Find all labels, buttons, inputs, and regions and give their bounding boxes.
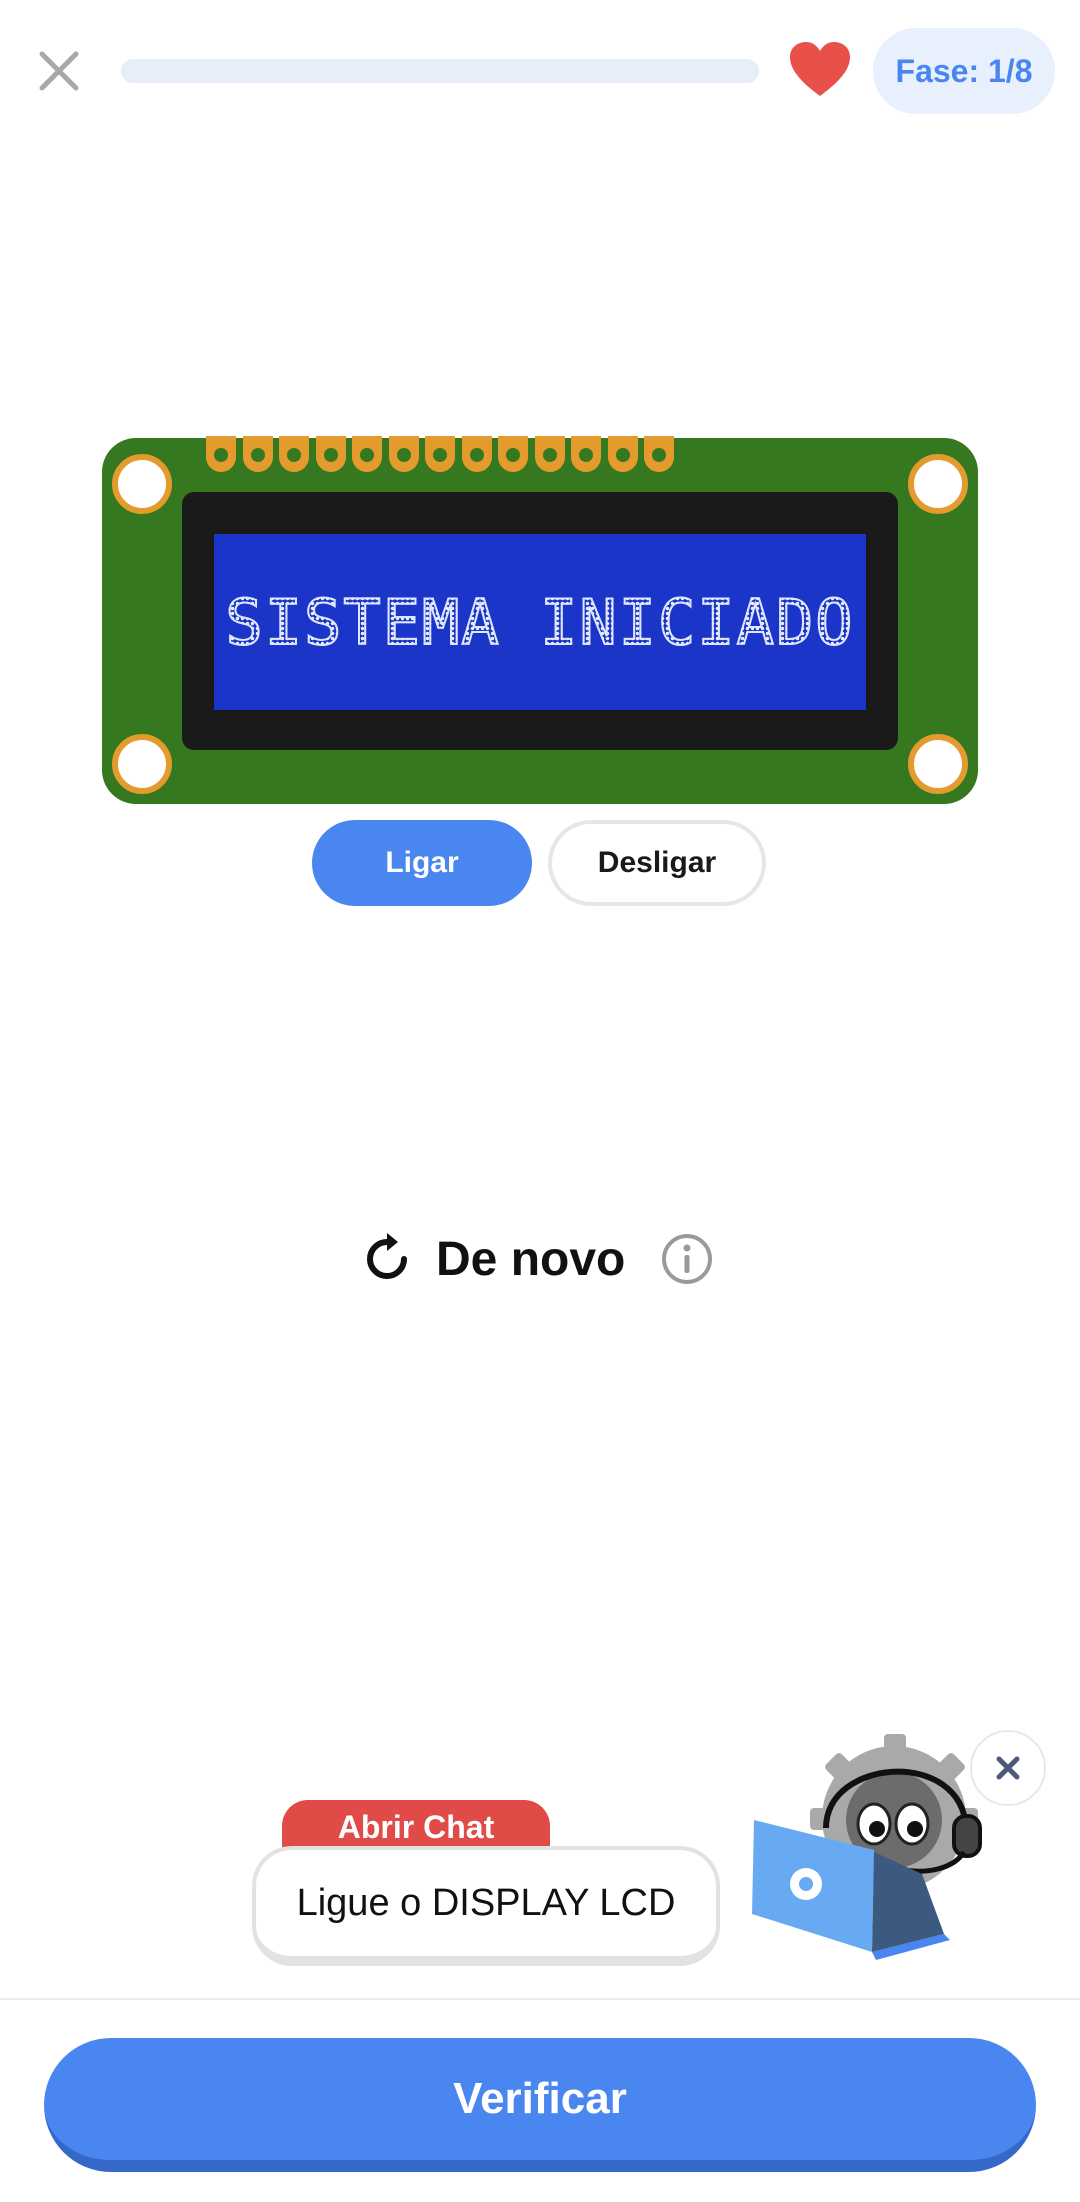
lcd-display-text: SISTEMA INICIADO (224, 585, 855, 660)
close-icon (996, 1756, 1020, 1780)
progress-bar (121, 59, 759, 83)
verify-button[interactable]: Verificar (44, 2038, 1036, 2172)
lcd-pin (644, 436, 674, 472)
mount-hole (112, 734, 172, 794)
lcd-pin (206, 436, 236, 472)
turn-on-button[interactable]: Ligar (312, 820, 532, 906)
lcd-pin (534, 436, 565, 472)
retry-label: De novo (436, 1232, 626, 1286)
lcd-display-module: SISTEMA INICIADO (102, 436, 978, 804)
mount-hole (908, 734, 968, 794)
lcd-pin (607, 436, 638, 472)
lcd-pin (279, 436, 309, 472)
lcd-pin (498, 436, 528, 472)
close-icon (39, 51, 79, 91)
close-button[interactable] (36, 48, 82, 94)
phase-badge: Fase: 1/8 (873, 28, 1055, 114)
hint-bubble[interactable]: Ligue o DISPLAY LCD (252, 1846, 720, 1966)
lcd-pin (388, 436, 419, 472)
lcd-pin (461, 436, 492, 472)
refresh-icon (367, 1233, 407, 1279)
info-icon[interactable] (660, 1232, 714, 1286)
lcd-bezel: SISTEMA INICIADO (182, 492, 898, 750)
lcd-pin (242, 436, 273, 472)
lcd-pin (571, 436, 601, 472)
turn-off-button[interactable]: Desligar (548, 820, 766, 906)
robot-mascot[interactable] (744, 1728, 994, 1964)
mount-hole (112, 454, 172, 514)
lcd-pin (425, 436, 455, 472)
retry-button[interactable]: De novo (360, 1224, 625, 1294)
footer-divider (0, 1998, 1080, 2000)
close-chat-button[interactable] (970, 1730, 1046, 1806)
lcd-pin (352, 436, 382, 472)
heart-icon (788, 40, 852, 100)
mount-hole (908, 454, 968, 514)
lcd-screen: SISTEMA INICIADO (214, 534, 866, 710)
lcd-pin (315, 436, 346, 472)
